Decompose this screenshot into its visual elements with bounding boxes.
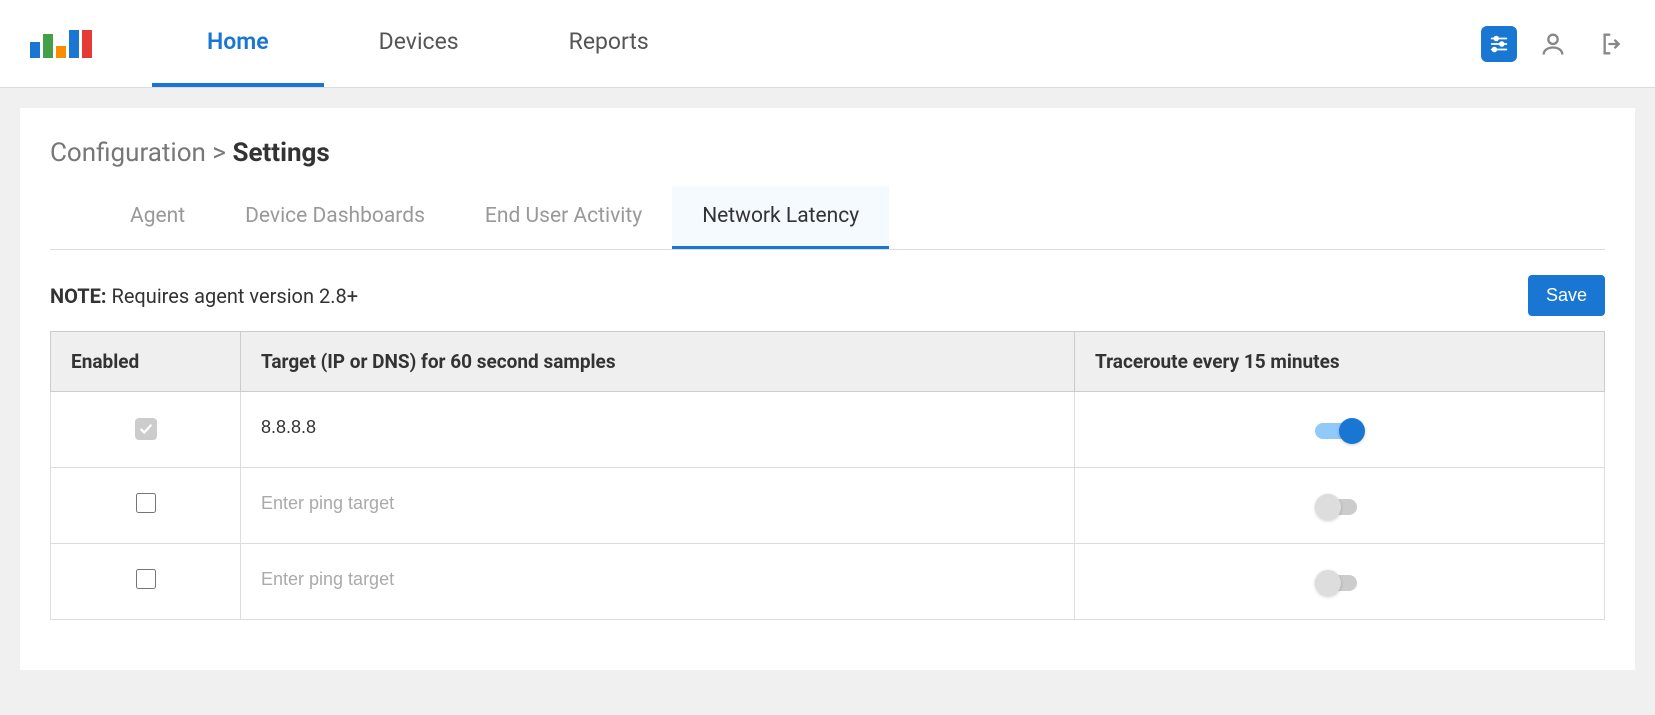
user-icon[interactable] (1535, 26, 1571, 62)
settings-sliders-icon[interactable] (1481, 26, 1517, 62)
version-note: NOTE: Requires agent version 2.8+ (50, 284, 358, 308)
target-input[interactable] (261, 569, 1054, 590)
nav-devices[interactable]: Devices (324, 0, 514, 87)
settings-page: Configuration > Settings Agent Device Da… (20, 108, 1635, 670)
note-prefix: NOTE: (50, 284, 107, 308)
tab-network-latency[interactable]: Network Latency (672, 186, 889, 249)
breadcrumb-separator: > (212, 138, 226, 168)
settings-subtabs: Agent Device Dashboards End User Activit… (50, 186, 1605, 250)
nav-reports[interactable]: Reports (514, 0, 704, 87)
breadcrumb: Configuration > Settings (50, 138, 1605, 168)
table-row (51, 468, 1605, 544)
breadcrumb-current: Settings (232, 138, 329, 168)
tab-agent[interactable]: Agent (100, 186, 215, 249)
nav-home[interactable]: Home (152, 0, 324, 87)
logout-icon[interactable] (1589, 26, 1625, 62)
breadcrumb-parent[interactable]: Configuration (50, 138, 206, 168)
traceroute-toggle[interactable] (1315, 569, 1365, 589)
save-button[interactable]: Save (1528, 275, 1605, 316)
note-row: NOTE: Requires agent version 2.8+ Save (50, 275, 1605, 316)
top-navbar: Home Devices Reports (0, 0, 1655, 88)
latency-table: Enabled Target (IP or DNS) for 60 second… (50, 331, 1605, 620)
traceroute-toggle[interactable] (1315, 493, 1365, 513)
th-enabled: Enabled (51, 332, 241, 392)
tab-device-dashboards[interactable]: Device Dashboards (215, 186, 455, 249)
target-input[interactable] (261, 493, 1054, 514)
enabled-checkbox[interactable] (136, 493, 156, 513)
note-text: Requires agent version 2.8+ (112, 284, 359, 308)
target-input[interactable] (261, 417, 1054, 438)
table-row (51, 392, 1605, 468)
th-target: Target (IP or DNS) for 60 second samples (241, 332, 1075, 392)
enabled-checkbox[interactable] (136, 569, 156, 589)
tab-end-user-activity[interactable]: End User Activity (455, 186, 672, 249)
app-logo (30, 30, 92, 58)
traceroute-toggle[interactable] (1315, 417, 1365, 437)
enabled-checkbox-locked (135, 418, 157, 440)
topbar-actions (1481, 26, 1625, 62)
table-row (51, 544, 1605, 620)
primary-nav: Home Devices Reports (152, 0, 704, 87)
th-traceroute: Traceroute every 15 minutes (1075, 332, 1605, 392)
